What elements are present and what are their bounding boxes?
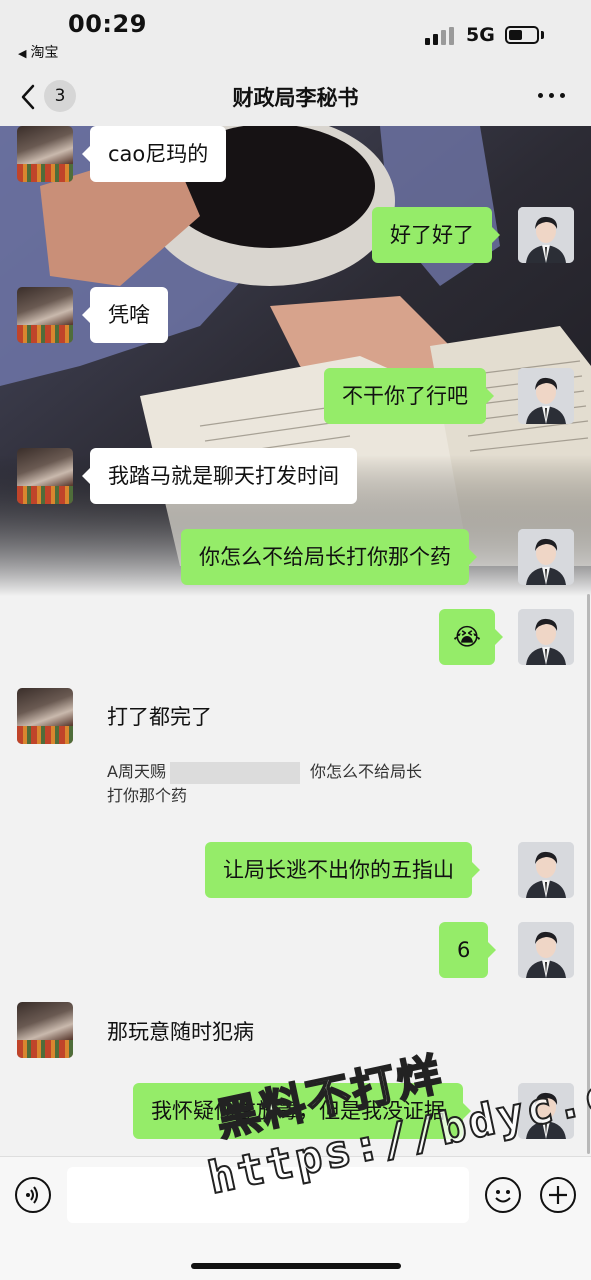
status-bar: 00:29 ◀ 淘宝 5G: [0, 0, 591, 66]
outgoing-message[interactable]: 好了好了: [372, 207, 500, 263]
more-icon[interactable]: [532, 82, 572, 108]
outgoing-message[interactable]: 我怀疑你在放毒，但是我没证据: [133, 1083, 471, 1139]
battery-icon: [505, 26, 539, 44]
my-avatar[interactable]: [518, 529, 574, 585]
chat-background-image: [0, 126, 591, 596]
emoji-icon[interactable]: [485, 1177, 521, 1213]
contact-avatar[interactable]: [17, 1002, 73, 1058]
incoming-message[interactable]: 那玩意随时犯病: [107, 1016, 254, 1046]
contact-avatar[interactable]: [17, 126, 73, 182]
contact-avatar[interactable]: [17, 448, 73, 504]
contact-avatar[interactable]: [17, 688, 73, 744]
status-time: 00:29: [68, 10, 147, 38]
quote-text-line2: 打你那个药: [107, 786, 188, 805]
home-indicator: [191, 1263, 401, 1269]
battery-tip: [541, 31, 544, 39]
man-portrait-icon: [518, 1083, 574, 1139]
outgoing-emoji-message[interactable]: 😭: [439, 609, 504, 665]
plus-icon[interactable]: [540, 1177, 576, 1213]
outgoing-message[interactable]: 你怎么不给局长打你那个药: [181, 529, 477, 585]
redacted-block: [169, 761, 300, 784]
outgoing-message[interactable]: 6: [439, 922, 497, 978]
man-portrait-icon: [518, 922, 574, 978]
my-avatar[interactable]: [518, 842, 574, 898]
quoted-message[interactable]: A周天赐 你怎么不给局长 打你那个药: [107, 760, 487, 808]
outgoing-message[interactable]: 不干你了行吧: [324, 368, 494, 424]
contact-avatar[interactable]: [17, 287, 73, 343]
incoming-message[interactable]: 我踏马就是聊天打发时间: [82, 448, 357, 504]
quote-text-line1: 你怎么不给局长: [309, 762, 422, 781]
input-bar: [0, 1156, 591, 1280]
cellular-signal-icon: [425, 27, 457, 45]
back-triangle-icon: ◀: [18, 47, 27, 60]
man-portrait-icon: [518, 609, 574, 665]
voice-wave-icon: [26, 1186, 38, 1204]
incoming-message[interactable]: 凭啥: [82, 287, 168, 343]
back-app-label: 淘宝: [30, 45, 59, 61]
incoming-message[interactable]: cao尼玛的: [81, 126, 227, 182]
my-avatar[interactable]: [518, 1083, 574, 1139]
man-portrait-icon: [518, 842, 574, 898]
my-avatar[interactable]: [518, 609, 574, 665]
chat-area[interactable]: cao尼玛的 好了好了 凭啥 不干你了行吧 我踏马就是聊天打发时间 你怎么不给局…: [0, 126, 591, 1156]
chat-title: 财政局李秘书: [232, 86, 359, 110]
network-type: 5G: [466, 24, 495, 46]
smiley-face-icon: [495, 1190, 511, 1203]
back-to-app-link[interactable]: ◀ 淘宝: [18, 42, 58, 62]
man-portrait-icon: [518, 368, 574, 424]
my-avatar[interactable]: [518, 207, 574, 263]
quote-sender: A周天赐: [107, 762, 166, 781]
voice-icon[interactable]: [15, 1177, 51, 1213]
my-avatar[interactable]: [518, 922, 574, 978]
my-avatar[interactable]: [518, 368, 574, 424]
incoming-message[interactable]: 打了都完了: [107, 701, 212, 731]
scrollbar[interactable]: [587, 594, 590, 1154]
man-portrait-icon: [518, 529, 574, 585]
outgoing-message[interactable]: 让局长逃不出你的五指山: [205, 842, 480, 898]
man-portrait-icon: [518, 207, 574, 263]
add-more-icon: [549, 1186, 567, 1204]
chat-header: 3 财政局李秘书: [0, 66, 591, 126]
message-input[interactable]: [67, 1167, 469, 1223]
